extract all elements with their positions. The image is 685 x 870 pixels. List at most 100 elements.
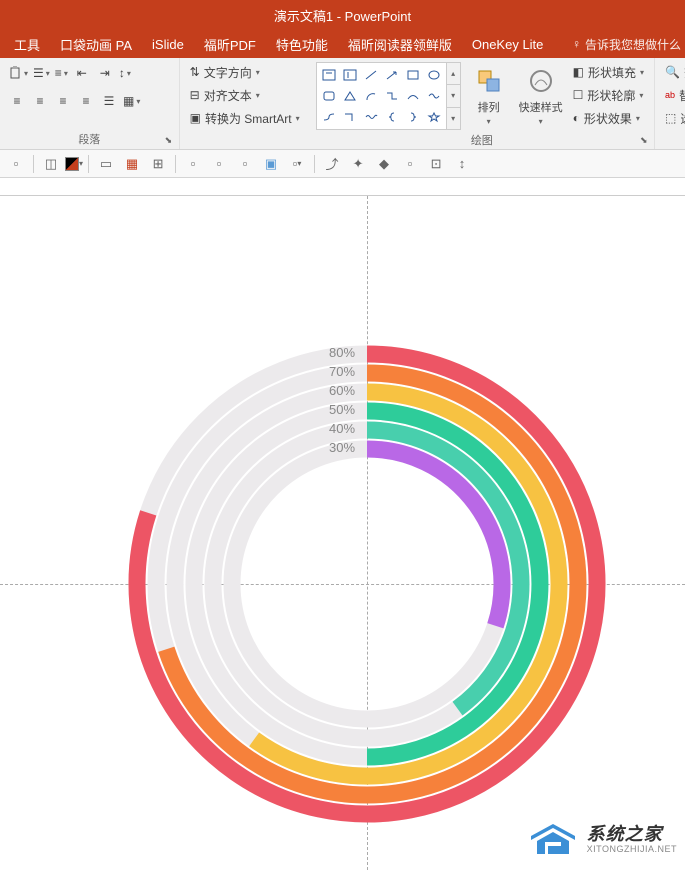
ribbon: ▾ ☰▾ ≡▾ ⇤ ⇥ ↕▾ ≡ ≡ ≡ ≡ ☰ ▦▾ — [0, 58, 685, 150]
qt-btn-9[interactable]: ▣ — [259, 153, 283, 175]
qt-btn-7[interactable]: ▫ — [207, 153, 231, 175]
chevron-down-icon: ▾ — [256, 91, 260, 100]
shape-star[interactable] — [424, 107, 444, 127]
qt-btn-12[interactable]: ✦ — [346, 153, 370, 175]
tab-tools[interactable]: 工具 — [4, 31, 50, 58]
shape-outline-button[interactable]: ☐ 形状轮廓 ▾ — [569, 85, 648, 105]
tab-koudai[interactable]: 口袋动画 PA — [50, 31, 142, 58]
tell-me-search[interactable]: ♀ 告诉我您想做什么 — [572, 36, 681, 53]
qt-btn-15[interactable]: ⊡ — [424, 153, 448, 175]
group-label-drawing: 绘图 — [316, 130, 648, 148]
chevron-down-icon: ▾ — [487, 117, 491, 126]
shape-rrect[interactable] — [319, 86, 339, 106]
shape-textbox[interactable] — [319, 65, 339, 85]
ribbon-group-text: ⇅ 文字方向 ▾ ⊟ 对齐文本 ▾ ▣ 转换为 SmartArt ▾ — [180, 58, 310, 149]
radial-progress-chart[interactable]: 80%70%60%50%40%30% — [127, 344, 607, 824]
align-text-icon: ⊟ — [190, 88, 200, 102]
quick-styles-icon — [525, 65, 557, 97]
shape-rect[interactable] — [403, 65, 423, 85]
align-right-button[interactable]: ≡ — [52, 90, 74, 112]
line-spacing-button[interactable]: ↕▾ — [117, 62, 133, 84]
align-left-button[interactable]: ≡ — [6, 90, 28, 112]
slide-canvas[interactable]: 80%70%60%50%40%30% 系统之家 XITONGZHIJIA.NET — [0, 196, 685, 870]
shape-wave[interactable] — [361, 107, 381, 127]
qt-btn-14[interactable]: ▫ — [398, 153, 422, 175]
align-justify-button[interactable]: ≡ — [75, 90, 97, 112]
paragraph-dialog-launcher[interactable]: ⬊ — [165, 135, 177, 147]
shape-textbox-v[interactable] — [340, 65, 360, 85]
bullets-button[interactable]: ☰▾ — [31, 62, 52, 84]
shape-oval[interactable] — [424, 65, 444, 85]
shape-triangle[interactable] — [340, 86, 360, 106]
ribbon-group-editing: 🔍查 ab替 ⬚选 — [655, 58, 685, 149]
effects-icon: ◐ — [573, 111, 580, 125]
ring-label: 80% — [329, 345, 355, 360]
qt-btn-3[interactable]: ▭ — [94, 153, 118, 175]
qt-color-button[interactable]: ▾ — [65, 153, 83, 175]
ring-label: 40% — [329, 421, 355, 436]
drawing-dialog-launcher[interactable]: ⬊ — [640, 135, 652, 147]
scroll-up-icon[interactable]: ▴ — [447, 63, 460, 85]
shape-connector[interactable] — [319, 107, 339, 127]
qt-btn-10[interactable]: ▫▾ — [285, 153, 309, 175]
replace-button[interactable]: ab替 — [661, 85, 685, 105]
shape-freeform[interactable] — [424, 86, 444, 106]
chevron-down-icon: ▾ — [136, 97, 140, 106]
qt-btn-6[interactable]: ▫ — [181, 153, 205, 175]
horizontal-ruler[interactable] — [0, 178, 685, 196]
shape-brace-r[interactable] — [403, 107, 423, 127]
numbering-button[interactable]: ≡▾ — [53, 62, 70, 84]
app-title: 演示文稿1 - PowerPoint — [274, 6, 411, 25]
shape-gallery-scroll[interactable]: ▴ ▾ ▾ — [447, 62, 461, 130]
gallery-expand-icon[interactable]: ▾ — [447, 108, 460, 129]
qt-btn-1[interactable]: ▫ — [4, 153, 28, 175]
shape-line[interactable] — [361, 65, 381, 85]
chevron-down-icon: ▾ — [46, 69, 50, 78]
shape-curve[interactable] — [403, 86, 423, 106]
shape-arc[interactable] — [361, 86, 381, 106]
qt-btn-11[interactable]: ⤴ — [320, 153, 344, 175]
chevron-down-icon: ▾ — [79, 159, 83, 168]
qt-btn-16[interactable]: ↕ — [450, 153, 474, 175]
find-button[interactable]: 🔍查 — [661, 62, 685, 82]
qt-btn-2[interactable]: ◫ — [39, 153, 63, 175]
shape-brace-l[interactable] — [382, 107, 402, 127]
bulb-icon: ♀ — [572, 37, 581, 51]
shape-effects-button[interactable]: ◐ 形状效果 ▾ — [569, 108, 648, 128]
indent-right-button[interactable]: ⇥ — [94, 62, 116, 84]
arrange-button[interactable]: 排列 ▾ — [465, 62, 513, 128]
qt-btn-5[interactable]: ⊞ — [146, 153, 170, 175]
align-text-button[interactable]: ⊟ 对齐文本 ▾ — [186, 85, 304, 105]
columns-button[interactable]: ▦▾ — [121, 90, 142, 112]
tab-foxit-reader[interactable]: 福昕阅读器领鲜版 — [338, 31, 462, 58]
scroll-down-icon[interactable]: ▾ — [447, 85, 460, 107]
select-button[interactable]: ⬚选 — [661, 108, 685, 128]
text-direction-button[interactable]: ⇅ 文字方向 ▾ — [186, 62, 304, 82]
chevron-down-icon: ▾ — [640, 68, 644, 77]
indent-left-button[interactable]: ⇤ — [71, 62, 93, 84]
tab-islide[interactable]: iSlide — [142, 33, 194, 56]
select-icon: ⬚ — [665, 111, 676, 125]
paste-button[interactable]: ▾ — [6, 62, 30, 84]
ring-label: 30% — [329, 440, 355, 455]
tab-onekey[interactable]: OneKey Lite — [462, 33, 554, 56]
shape-gallery[interactable] — [316, 62, 447, 130]
convert-smartart-button[interactable]: ▣ 转换为 SmartArt ▾ — [186, 108, 304, 128]
outline-icon: ☐ — [573, 88, 584, 102]
chevron-down-icon: ▾ — [636, 114, 640, 123]
qt-btn-4[interactable]: ▦ — [120, 153, 144, 175]
distribute-button[interactable]: ☰ — [98, 90, 120, 112]
shape-fill-button[interactable]: ◧ 形状填充 ▾ — [569, 62, 648, 82]
shape-elbow2[interactable] — [340, 107, 360, 127]
arrange-icon — [473, 65, 505, 97]
chevron-down-icon: ▾ — [539, 117, 543, 126]
tab-special[interactable]: 特色功能 — [266, 31, 338, 58]
tab-foxit-pdf[interactable]: 福昕PDF — [194, 31, 266, 58]
qt-btn-13[interactable]: ◆ — [372, 153, 396, 175]
align-center-button[interactable]: ≡ — [29, 90, 51, 112]
quick-styles-button[interactable]: 快速样式 ▾ — [517, 62, 565, 128]
qt-btn-8[interactable]: ▫ — [233, 153, 257, 175]
shape-arrow[interactable] — [382, 65, 402, 85]
shape-elbow[interactable] — [382, 86, 402, 106]
quick-access-toolbar: ▫ ◫ ▾ ▭ ▦ ⊞ ▫ ▫ ▫ ▣ ▫▾ ⤴ ✦ ◆ ▫ ⊡ ↕ — [0, 150, 685, 178]
